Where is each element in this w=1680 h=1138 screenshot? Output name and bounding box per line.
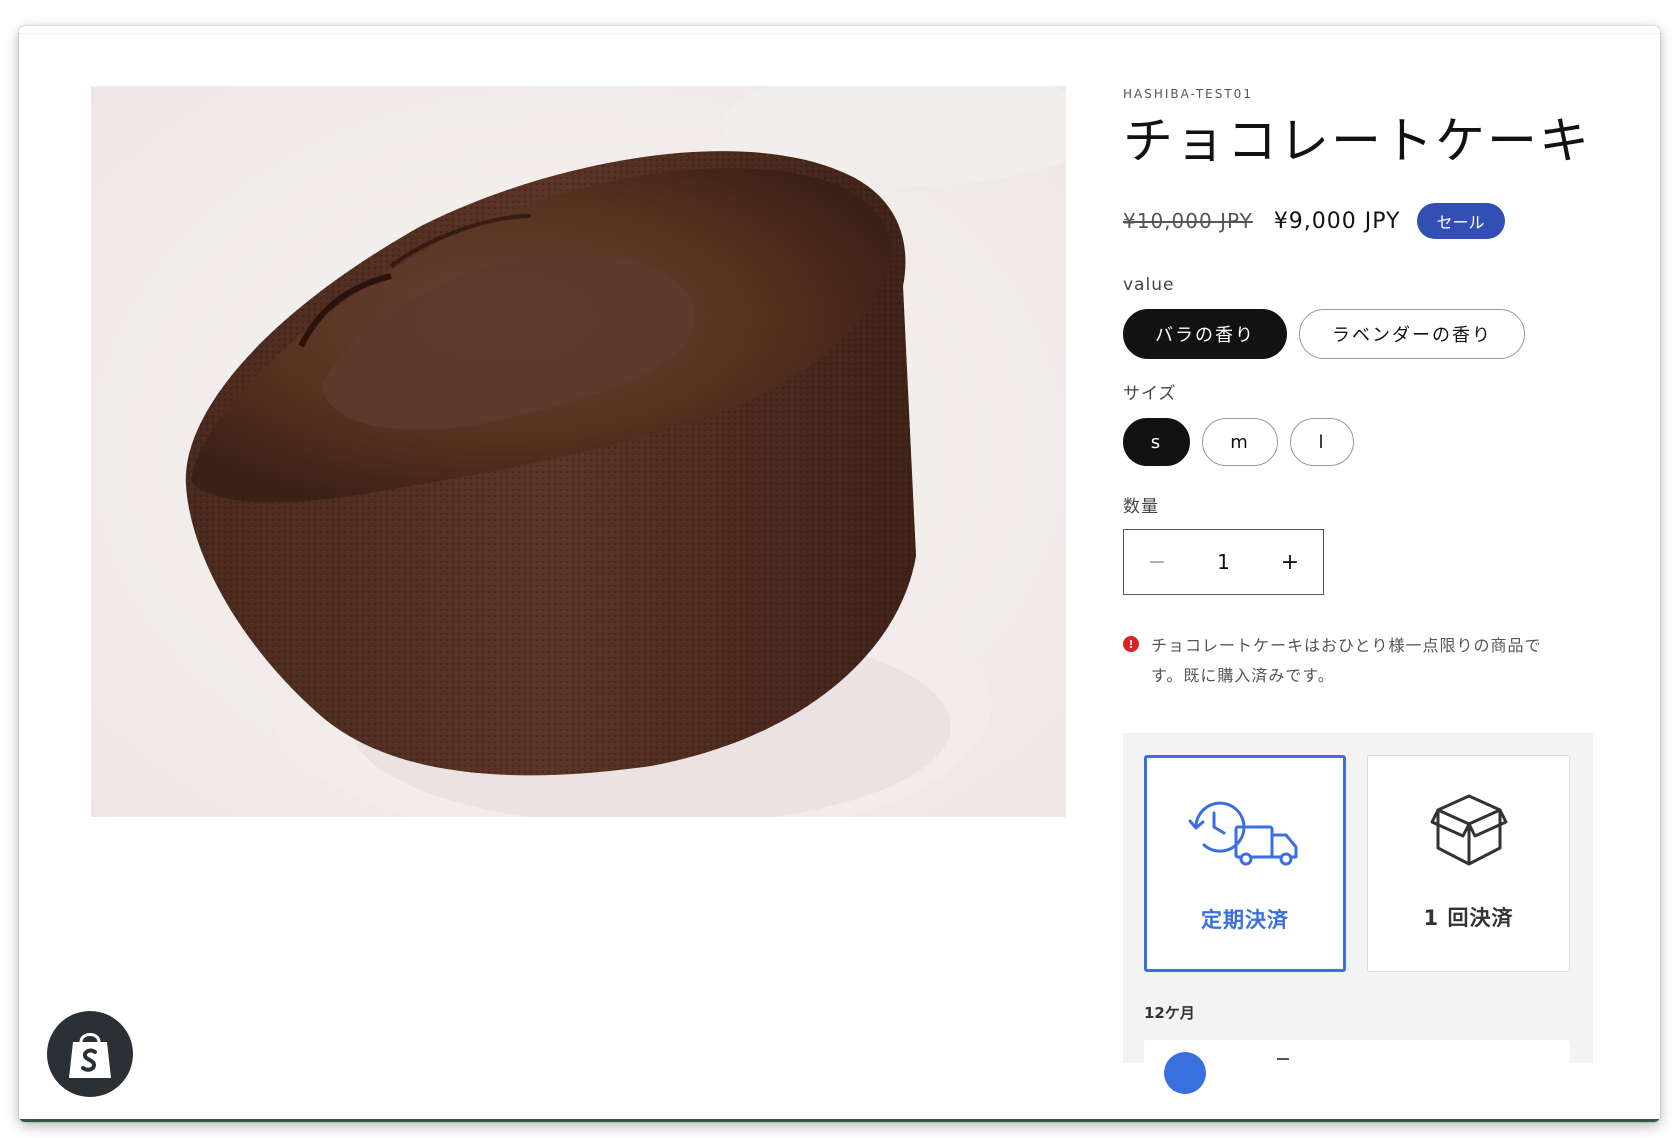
shopify-bag-icon[interactable] [47, 1011, 133, 1097]
size-option-s[interactable]: s [1123, 418, 1190, 466]
price-row: ¥10,000 JPY ¥9,000 JPY セール [1123, 203, 1613, 239]
product-image[interactable] [91, 86, 1066, 817]
sale-badge: セール [1416, 203, 1505, 239]
option-label-value: value [1123, 275, 1175, 295]
value-option-lavender[interactable]: ラベンダーの香り [1299, 309, 1525, 359]
window-bottom-border [19, 1119, 1660, 1122]
price-sale: ¥9,000 JPY [1273, 208, 1401, 234]
size-option-l[interactable]: l [1290, 418, 1354, 466]
plan-one-time[interactable]: 1 回決済 [1367, 755, 1570, 972]
value-options: バラの香り ラベンダーの香り [1123, 309, 1613, 359]
product-vendor: HASHIBA-TEST01 [1123, 87, 1253, 101]
option-label-size: サイズ [1123, 384, 1177, 404]
product-page-window: HASHIBA-TEST01 チョコレートケーキ ¥10,000 JPY ¥9,… [19, 26, 1660, 1122]
recurring-delivery-truck-icon [1186, 792, 1304, 872]
plan-one-time-label: 1 回決済 [1423, 906, 1514, 930]
quantity-stepper: − 1 + [1123, 529, 1324, 595]
purchase-limit-error: ! チョコレートケーキはおひとり様一点限りの商品です。既に購入済みです。 [1123, 631, 1613, 691]
header-divider [19, 33, 1660, 34]
quantity-label: 数量 [1123, 497, 1159, 517]
price-original: ¥10,000 JPY [1123, 209, 1253, 233]
product-info: HASHIBA-TEST01 チョコレートケーキ ¥10,000 JPY ¥9,… [1123, 82, 1613, 1094]
error-message: チョコレートケーキはおひとり様一点限りの商品です。既に購入済みです。 [1151, 636, 1542, 685]
plan-subscription[interactable]: 定期決済 [1144, 755, 1346, 972]
frequency-option-card[interactable] [1144, 1040, 1570, 1094]
option-text-fragment [1277, 1058, 1289, 1060]
value-option-rose[interactable]: バラの香り [1123, 309, 1287, 359]
frequency-label: 12ケ月 [1144, 1004, 1195, 1022]
error-icon: ! [1123, 636, 1139, 652]
product-title: チョコレートケーキ [1123, 112, 1591, 170]
size-option-m[interactable]: m [1202, 418, 1278, 466]
quantity-input[interactable]: 1 [1190, 550, 1257, 574]
size-options: s m l [1123, 418, 1613, 466]
quantity-decrease-button[interactable]: − [1124, 530, 1190, 594]
radio-icon[interactable] [1164, 1052, 1206, 1094]
plan-subscription-label: 定期決済 [1201, 908, 1289, 932]
subscription-panel: 定期決済 1 回決済 12ケ月 [1123, 733, 1593, 1094]
quantity-increase-button[interactable]: + [1257, 530, 1323, 594]
box-icon [1430, 790, 1508, 870]
